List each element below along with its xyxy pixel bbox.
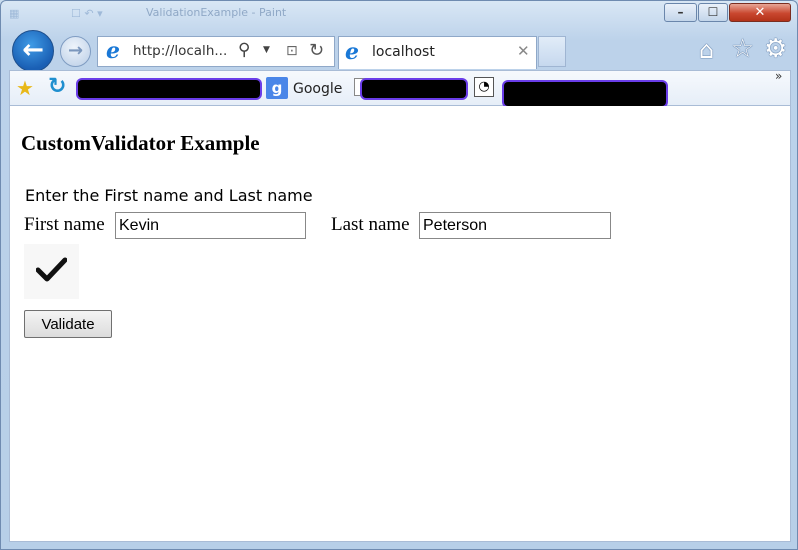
favorites-star-icon[interactable]: ☆ (731, 34, 754, 64)
browser-window: ▦ ☐ ↶ ▾ ValidationExample - Paint – ☐ ✕ … (0, 0, 798, 550)
page-content: CustomValidator Example Enter the First … (9, 106, 791, 542)
arrow-left-icon: ← (22, 35, 44, 65)
quick-access-icon: ☐ ↶ ▾ (71, 7, 103, 20)
tools-gear-icon[interactable]: ⚙ (764, 34, 787, 64)
ie-page-icon: e (106, 38, 120, 64)
ie-tab-icon: e (345, 39, 359, 65)
add-favorite-icon[interactable]: ★ (16, 76, 34, 100)
tab-localhost[interactable]: e localhost ✕ (338, 36, 537, 69)
google-icon[interactable]: g (266, 77, 288, 99)
window-title: ValidationExample - Paint (146, 6, 287, 19)
favorite-link-redacted[interactable] (362, 80, 466, 98)
suggested-sites-icon[interactable]: ↻ (48, 74, 66, 99)
close-icon: ✕ (754, 5, 766, 20)
maximize-button[interactable]: ☐ (698, 3, 728, 22)
more-chevron-icon[interactable]: » (775, 69, 782, 83)
close-window-button[interactable]: ✕ (729, 3, 791, 22)
favorites-bar: ★ ↻ g Google ◔ » (9, 69, 791, 106)
arrow-right-icon: → (67, 40, 84, 61)
last-name-label: Last name (331, 214, 410, 235)
minimize-icon: – (677, 5, 684, 19)
minimize-button[interactable]: – (664, 3, 697, 22)
first-name-label: First name (24, 214, 105, 235)
favorite-link-redacted[interactable] (78, 80, 260, 98)
search-icon[interactable]: ⚲ (238, 40, 250, 60)
clock-icon[interactable]: ◔ (474, 77, 494, 97)
last-name-input[interactable] (419, 212, 611, 239)
tab-close-icon[interactable]: ✕ (517, 42, 530, 60)
dropdown-arrow-icon[interactable]: ▼ (263, 45, 270, 55)
page-title: CustomValidator Example (21, 131, 260, 155)
forward-button[interactable]: → (60, 36, 91, 67)
address-url[interactable]: http://localh... (133, 43, 227, 59)
address-bar[interactable]: e http://localh... ⚲ ▼ ⊡ ↻ (97, 36, 335, 67)
maximize-icon: ☐ (707, 5, 719, 19)
favorite-link-redacted[interactable] (504, 82, 666, 106)
paint-app-icon: ▦ (9, 7, 20, 20)
checkmark-icon (24, 244, 79, 299)
first-name-input[interactable] (115, 212, 306, 239)
favorite-google-label[interactable]: Google (293, 81, 342, 97)
refresh-icon[interactable]: ↻ (309, 40, 324, 61)
instruction-text: Enter the First name and Last name (25, 186, 313, 205)
back-button[interactable]: ← (12, 30, 54, 72)
tab-label: localhost (372, 44, 435, 60)
title-bar: ▦ ☐ ↶ ▾ ValidationExample - Paint – ☐ ✕ (1, 1, 797, 27)
home-icon[interactable]: ⌂ (699, 36, 714, 64)
compatibility-view-icon[interactable]: ⊡ (286, 43, 298, 59)
new-tab-button[interactable] (538, 36, 566, 67)
validate-button[interactable]: Validate (24, 310, 112, 338)
